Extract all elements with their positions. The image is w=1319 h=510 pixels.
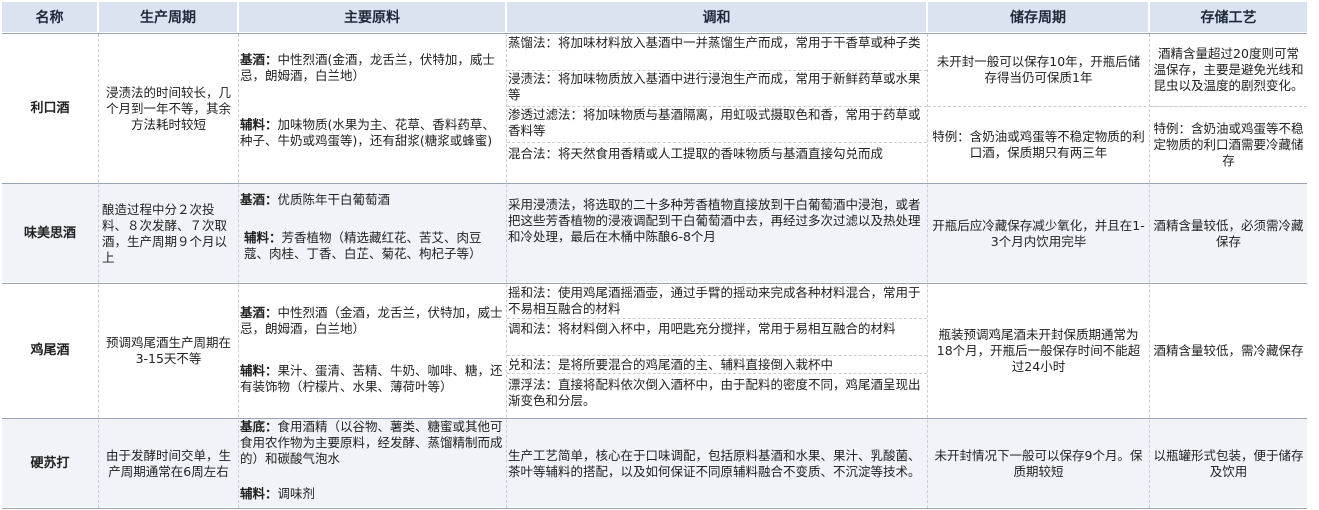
row-name: 硬苏打 <box>30 455 70 471</box>
row-cycle: 酿造过程中分２次投料、８次发酵、７次取酒，生产周期９个月以上 <box>102 201 228 265</box>
header-process: 存储工艺 <box>1150 2 1307 32</box>
header-materials: 主要原料 <box>239 2 505 32</box>
blend-method: 摇和法：使用鸡尾酒摇酒壶，通过手臂的摇动来完成各种材料混合，常用于不易相互融合的… <box>508 285 921 316</box>
blend-method: 浸渍法：将加味物质放入基酒中进行浸泡生产而成，常用于新鲜药草或水果等 <box>508 71 921 102</box>
material-text: 果汁、蛋清、苦精、牛奶、咖啡、糖，还有装饰物（柠檬片、水果、薄荷叶等） <box>240 363 503 394</box>
material-label: 基酒： <box>240 52 278 67</box>
comparison-table: 名称 生产周期 主要原料 调和 储存周期 存储工艺 利口酒 浸渍法的时间较长，几… <box>0 0 1319 510</box>
row-name: 味美思酒 <box>23 225 76 241</box>
process-text: 酒精含量超过20度则可常温保存，主要是避免光线和昆虫以及温度的剧烈变化。 <box>1153 46 1304 93</box>
process-text: 特例：含奶油或鸡蛋等不稳定物质的利口酒需要冷藏储存 <box>1153 121 1304 168</box>
blend-method: 蒸馏法：将加味材料放入基酒中一并蒸馏生产而成，常用于干香草或种子类 <box>508 35 921 50</box>
material-label: 辅料： <box>240 486 278 501</box>
header-blend: 调和 <box>507 2 926 32</box>
material-label: 基底： <box>240 419 278 434</box>
material-label: 辅料： <box>240 117 278 132</box>
material-base: 基酒：中性烈酒（金酒，龙舌兰，伏特加，威士忌，朗姆酒，白兰地） <box>240 305 506 337</box>
row-name: 鸡尾酒 <box>30 343 70 358</box>
header-cycle: 生产周期 <box>99 2 237 32</box>
row-cycle: 预调鸡尾酒生产周期在3-15天不等 <box>105 335 231 366</box>
header-storage: 储存周期 <box>928 2 1148 32</box>
material-aux: 辅料：芳香植物（精选藏红花、苦艾、肉豆蔻、肉桂、丁香、白芷、菊花、枸杞子等） <box>244 230 506 262</box>
material-base: 基底：食用酒精（以谷物、薯类、糖蜜或其他可食用农作物为主要原料，经发酵、蒸馏精制… <box>240 419 506 467</box>
blend-method: 漂浮法：直接将配料依次倒入酒杯中，由于配料的密度不同，鸡尾酒呈现出渐变色和分层。 <box>508 377 921 408</box>
material-base: 基酒：优质陈年干白葡萄酒 <box>240 192 506 208</box>
material-text: 优质陈年干白葡萄酒 <box>277 192 391 207</box>
row-name: 利口酒 <box>30 100 70 116</box>
blend-method: 生产工艺简单，核心在于口味调配，包括原料基酒和水果、果汁、乳酸菌、茶叶等辅料的搭… <box>508 447 921 479</box>
blend-method: 调和法：将材料倒入杯中，用吧匙充分搅拌，常用于易相互融合的材料 <box>508 321 896 336</box>
process-text: 以瓶罐形式包装，便于储存及饮用 <box>1153 447 1304 479</box>
material-text: 食用酒精（以谷物、薯类、糖蜜或其他可食用农作物为主要原料，经发酵、蒸馏精制而成的… <box>240 419 503 466</box>
material-text: 加味物质(水果为主、花草、香料药草、种子、牛奶或鸡蛋等)，还有甜浆(糖浆或蜂蜜) <box>240 117 495 148</box>
storage-text: 未开封一般可以保存10年，开瓶后储存得当仍可保质1年 <box>936 54 1141 85</box>
material-text: 中性烈酒（金酒，龙舌兰，伏特加，威士忌，朗姆酒，白兰地） <box>240 305 503 336</box>
material-label: 基酒： <box>240 305 278 320</box>
material-label: 辅料： <box>240 363 278 378</box>
material-aux: 辅料：调味剂 <box>240 486 506 502</box>
blend-method: 兑和法：是将所要混合的鸡尾酒的主、辅料直接倒入栽杯中 <box>508 357 834 372</box>
material-base: 基酒：中性烈酒(金酒，龙舌兰，伏特加，威士忌，朗姆酒，白兰地） <box>240 52 506 84</box>
blend-method: 混合法：将天然食用香精或人工提取的香味物质与基酒直接勾兑而成 <box>508 146 884 161</box>
material-label: 辅料： <box>244 230 282 245</box>
storage-text: 未开封情况下一般可以保存9个月。保质期较短 <box>934 447 1143 479</box>
material-aux: 辅料：果汁、蛋清、苦精、牛奶、咖啡、糖，还有装饰物（柠檬片、水果、薄荷叶等） <box>240 363 506 395</box>
blend-method: 渗透过滤法：将加味物质与基酒隔离，用虹吸式摄取色和香，常用于药草或香料等 <box>508 107 921 138</box>
storage-text: 开瓶后应冷藏保存减少氧化，并且在1-3个月内饮用完毕 <box>932 217 1145 249</box>
row-cycle: 浸渍法的时间较长，几个月到一年不等，其余方法耗时较短 <box>105 84 231 132</box>
material-label: 基酒： <box>240 192 278 207</box>
process-text: 酒精含量较低，需冷藏保存 <box>1153 343 1304 358</box>
process-text: 酒精含量较低，必须需冷藏保存 <box>1153 217 1304 249</box>
material-aux: 辅料：加味物质(水果为主、花草、香料药草、种子、牛奶或鸡蛋等)，还有甜浆(糖浆或… <box>240 117 506 149</box>
blend-method: 采用浸渍法，将选取的二十多种芳香植物直接放到干白葡萄酒中浸泡，或者把这些芳香植物… <box>508 197 921 244</box>
header-name: 名称 <box>2 2 97 32</box>
material-text: 调味剂 <box>277 486 316 501</box>
storage-text: 特例：含奶油或鸡蛋等不稳定物质的利口酒，保质期只有两三年 <box>932 129 1145 160</box>
storage-text: 瓶装预调鸡尾酒未开封保质期通常为18个月，开瓶后一般保存时间不能超过24小时 <box>936 327 1141 374</box>
row-cycle: 由于发酵时间交单，生产周期通常在6周左右 <box>105 447 231 479</box>
material-text: 中性烈酒(金酒，龙舌兰，伏特加，威士忌，朗姆酒，白兰地） <box>240 52 495 83</box>
